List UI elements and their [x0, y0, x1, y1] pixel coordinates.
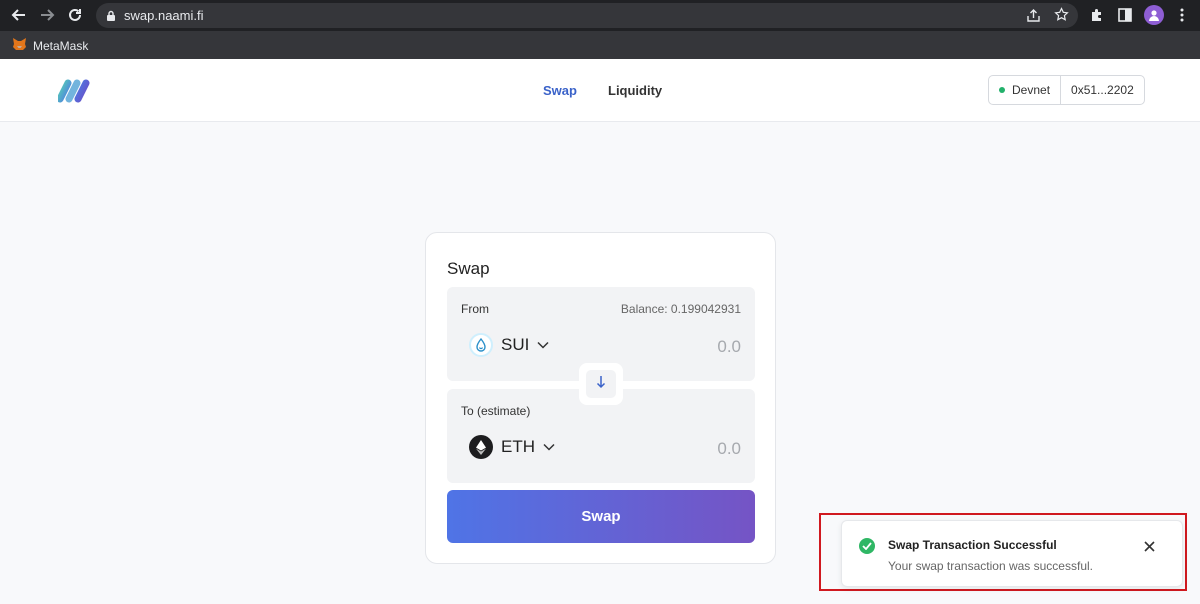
network-status-dot: [999, 87, 1005, 93]
address-bar[interactable]: swap.naami.fi: [96, 3, 1078, 28]
to-token-selector[interactable]: ETH: [469, 435, 555, 459]
wallet-address-button[interactable]: 0x51...2202: [1060, 76, 1144, 104]
network-label: Devnet: [1012, 83, 1051, 97]
swap-button[interactable]: Swap: [447, 490, 755, 543]
swap-card: Swap From Balance: 0.199042931 SUI 0.0 T…: [425, 232, 776, 564]
network-button[interactable]: Devnet: [989, 76, 1060, 104]
toast-title: Swap Transaction Successful: [888, 538, 1057, 552]
menu-icon[interactable]: [1173, 6, 1191, 24]
back-icon[interactable]: [10, 6, 28, 24]
to-label: To (estimate): [461, 404, 531, 418]
side-panel-icon[interactable]: [1116, 6, 1134, 24]
check-circle-icon: [859, 538, 875, 554]
sui-token-icon: [469, 333, 493, 357]
browser-toolbar: swap.naami.fi: [0, 0, 1200, 31]
eth-token-icon: [469, 435, 493, 459]
wallet-address: 0x51...2202: [1071, 83, 1134, 97]
from-balance: Balance: 0.199042931: [620, 302, 741, 316]
metamask-fox-icon: [12, 37, 27, 54]
to-amount-input[interactable]: 0.0: [717, 439, 741, 459]
from-label: From: [461, 302, 489, 316]
star-icon[interactable]: [1054, 7, 1069, 27]
bookmarks-bar: MetaMask: [0, 31, 1200, 59]
flip-container: [579, 363, 623, 405]
close-icon[interactable]: [1141, 538, 1157, 554]
from-token-selector[interactable]: SUI: [469, 333, 549, 357]
lock-icon: [106, 9, 116, 27]
from-amount-input[interactable]: 0.0: [717, 337, 741, 357]
success-toast: Swap Transaction Successful Your swap tr…: [841, 520, 1183, 587]
profile-icon[interactable]: [1144, 5, 1164, 25]
nav-swap[interactable]: Swap: [543, 83, 577, 98]
forward-icon[interactable]: [38, 6, 56, 24]
share-icon[interactable]: [1026, 8, 1041, 28]
nav-liquidity[interactable]: Liquidity: [608, 83, 662, 98]
arrow-down-icon: [596, 375, 606, 393]
bookmark-metamask[interactable]: MetaMask: [12, 37, 88, 54]
wallet-controls: Devnet 0x51...2202: [988, 75, 1145, 105]
url-text: swap.naami.fi: [124, 8, 204, 23]
card-title: Swap: [447, 259, 490, 278]
to-token-symbol: ETH: [501, 437, 535, 456]
flip-direction-button[interactable]: [586, 370, 616, 398]
chevron-down-icon: [543, 438, 555, 456]
toast-message: Your swap transaction was successful.: [888, 559, 1093, 573]
from-token-symbol: SUI: [501, 335, 530, 354]
naami-logo[interactable]: [56, 79, 90, 108]
extensions-icon[interactable]: [1088, 6, 1106, 24]
chevron-down-icon: [537, 336, 549, 354]
reload-icon[interactable]: [66, 6, 84, 24]
bookmark-label: MetaMask: [33, 38, 89, 53]
app-header: Swap Liquidity Devnet 0x51...2202: [0, 59, 1200, 122]
